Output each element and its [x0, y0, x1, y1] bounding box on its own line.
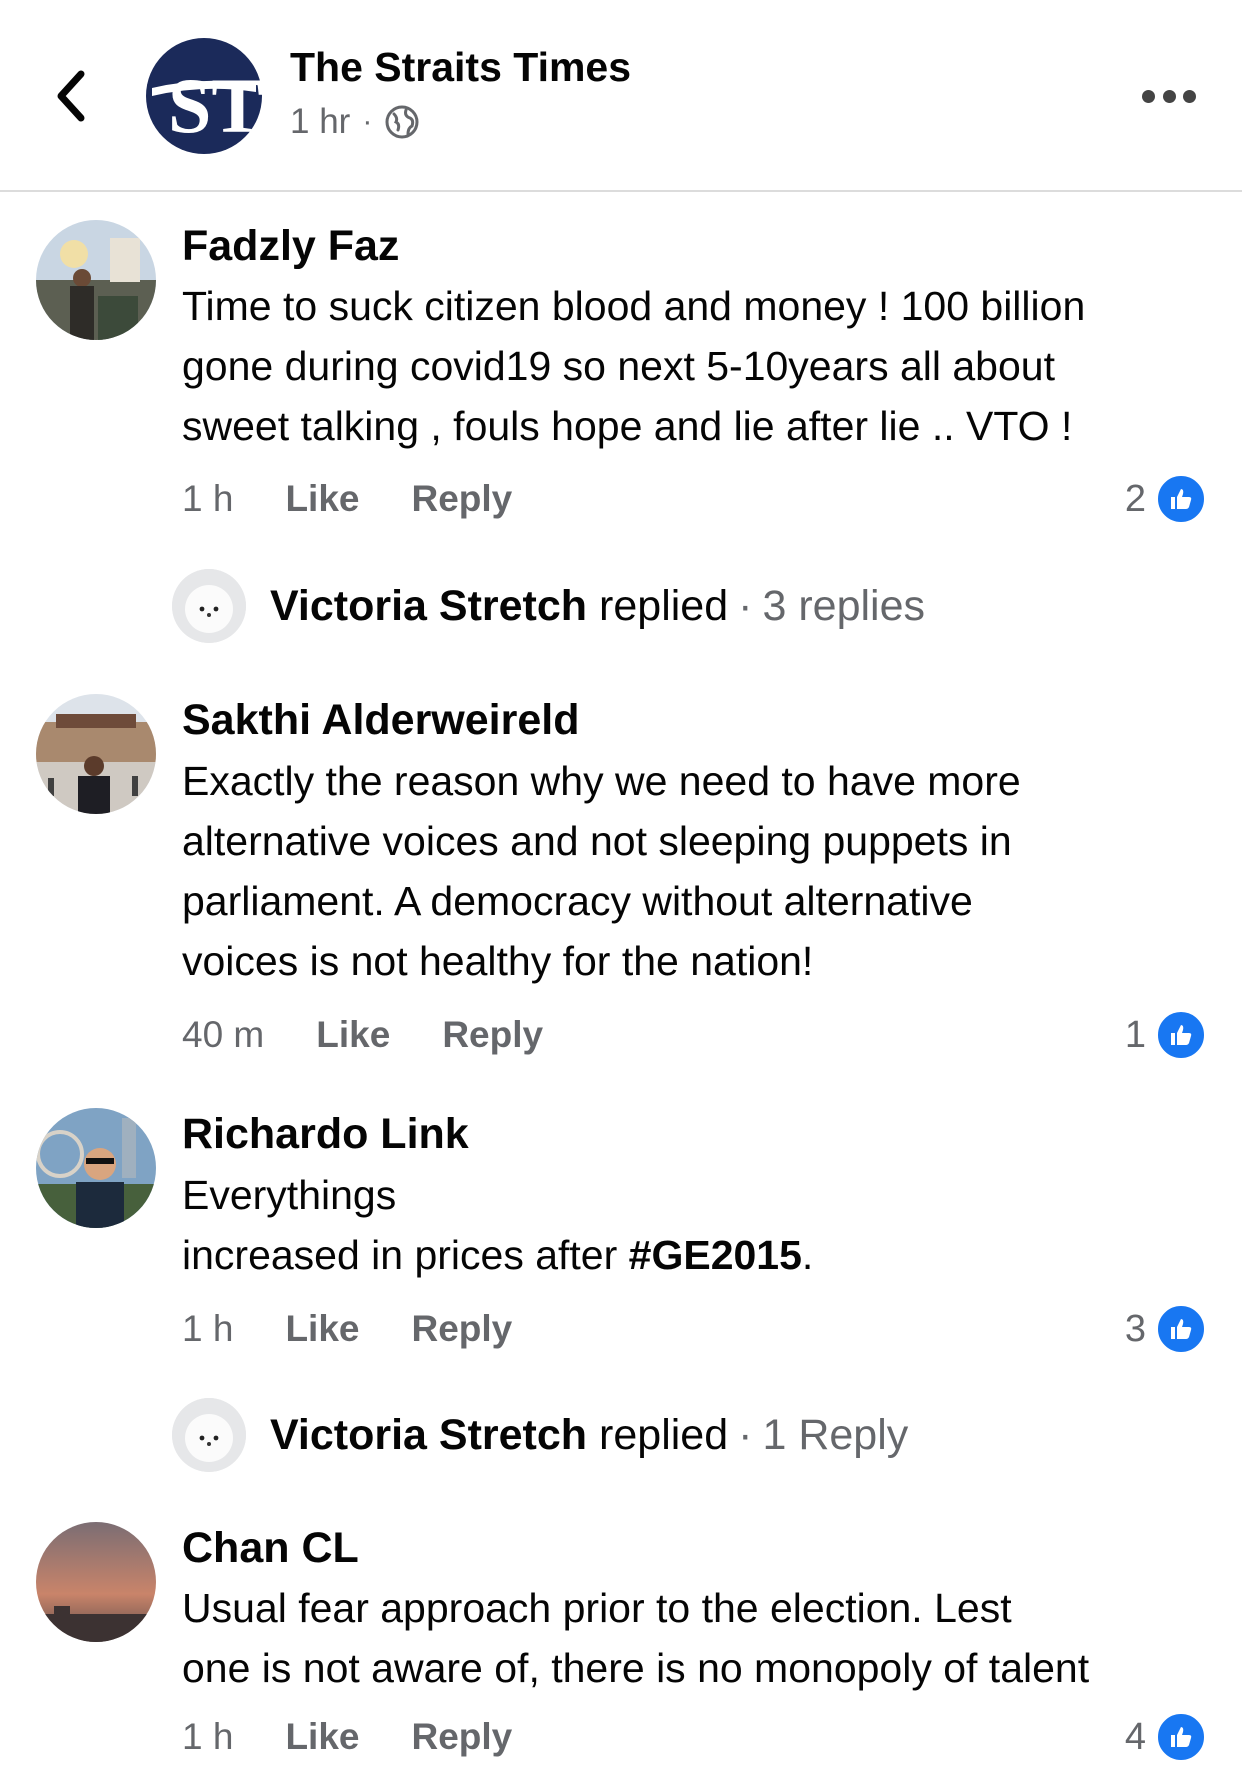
- comment-text-line: Usual fear approach prior to the electio…: [182, 1585, 1012, 1631]
- globe-icon: [385, 105, 419, 139]
- reaction-count: 3: [1124, 1307, 1146, 1350]
- reply-button[interactable]: Reply: [411, 1308, 512, 1350]
- view-replies-link[interactable]: Victoria Stretch replied · 1 Reply: [172, 1398, 908, 1472]
- comment-text-line: Time to suck citizen blood and money ! 1…: [182, 283, 1086, 329]
- comment-text-line: Everythings: [182, 1172, 397, 1218]
- reply-author: Victoria Stretch: [270, 1410, 588, 1459]
- comment-time[interactable]: 1 h: [182, 1308, 233, 1350]
- comment-text-segment: increased in prices after: [182, 1232, 629, 1278]
- reaction-count: 4: [1124, 1715, 1146, 1758]
- comment-time[interactable]: 1 h: [182, 1716, 233, 1758]
- thumbs-up-icon: [1156, 1010, 1206, 1060]
- reply-verb: replied: [599, 1410, 729, 1459]
- avatar[interactable]: [36, 220, 156, 340]
- more-dot: [1183, 89, 1196, 103]
- chevron-left-icon: [57, 70, 85, 122]
- hashtag-link[interactable]: #GE2015: [629, 1232, 802, 1278]
- reply-count: 3 replies: [762, 581, 925, 630]
- comment-author[interactable]: Fadzly Faz: [182, 222, 399, 271]
- comment-text-line: gone during covid19 so next 5-10years al…: [182, 343, 1055, 389]
- comment-text-line: sweet talking , fouls hope and lie after…: [182, 403, 1073, 449]
- thumbs-up-icon: [1156, 474, 1206, 524]
- like-button[interactable]: Like: [285, 1716, 359, 1758]
- reply-count: 1 Reply: [762, 1410, 909, 1459]
- reaction-summary[interactable]: 2: [1125, 474, 1206, 524]
- user-photo: [36, 220, 156, 340]
- dog-photo: [172, 1398, 246, 1472]
- reaction-count: 2: [1124, 477, 1146, 520]
- back-button[interactable]: [46, 66, 94, 126]
- comment-text: Exactly the reason why we need to have m…: [182, 751, 1212, 991]
- reply-button[interactable]: Reply: [411, 1716, 512, 1758]
- reply-avatar: [172, 1398, 246, 1472]
- comment-author[interactable]: Sakthi Alderweireld: [182, 696, 579, 745]
- reply-button[interactable]: Reply: [442, 1014, 543, 1056]
- comment-text: Everythings increased in prices after #G…: [182, 1165, 1212, 1285]
- more-dot: [1162, 89, 1176, 103]
- page-name[interactable]: The Straits Times: [290, 44, 631, 91]
- straits-times-logo: ST: [146, 38, 263, 154]
- comment-text-line: voices is not healthy for the nation!: [182, 938, 814, 984]
- more-dot: [1142, 89, 1155, 103]
- reply-separator: ·: [738, 581, 753, 630]
- reply-author: Victoria Stretch: [270, 581, 588, 630]
- reply-verb: replied: [599, 581, 729, 630]
- avatar[interactable]: [36, 1522, 156, 1642]
- page-logo[interactable]: ST: [144, 36, 264, 156]
- thumbs-up-icon: [1156, 1304, 1206, 1354]
- post-header: ST The Straits Times 1 hr ·: [0, 0, 1242, 192]
- comment-text: Usual fear approach prior to the electio…: [182, 1578, 1212, 1698]
- like-button[interactable]: Like: [316, 1014, 390, 1056]
- user-photo: [36, 1108, 156, 1228]
- more-options-button[interactable]: [1142, 78, 1196, 114]
- comment-text: Time to suck citizen blood and money ! 1…: [182, 276, 1212, 456]
- comment-actions: 40 m Like Reply: [182, 1014, 595, 1056]
- comment-text-segment: .: [801, 1232, 814, 1278]
- reaction-summary[interactable]: 1: [1125, 1010, 1206, 1060]
- reply-button[interactable]: Reply: [411, 478, 512, 520]
- reply-separator: ·: [738, 1410, 753, 1459]
- reply-avatar: [172, 569, 246, 643]
- comment-actions: 1 h Like Reply: [182, 1716, 564, 1758]
- post-time[interactable]: 1 hr: [290, 102, 350, 142]
- comment-actions: 1 h Like Reply: [182, 478, 564, 520]
- comment-actions: 1 h Like Reply: [182, 1308, 564, 1350]
- avatar[interactable]: [36, 1108, 156, 1228]
- svg-text:ST: ST: [168, 62, 263, 149]
- comment-time[interactable]: 1 h: [182, 478, 233, 520]
- view-replies-link[interactable]: Victoria Stretch replied · 3 replies: [172, 569, 925, 643]
- comment-text-line: Exactly the reason why we need to have m…: [182, 758, 1021, 804]
- reaction-summary[interactable]: 4: [1125, 1712, 1206, 1762]
- reaction-count: 1: [1124, 1013, 1146, 1056]
- comment-text-line: alternative voices and not sleeping pupp…: [182, 818, 1012, 864]
- like-button[interactable]: Like: [285, 1308, 359, 1350]
- reaction-summary[interactable]: 3: [1125, 1304, 1206, 1354]
- meta-separator: ·: [362, 105, 373, 138]
- user-photo: [36, 1522, 156, 1642]
- dog-photo: [172, 569, 246, 643]
- post-meta: 1 hr ·: [290, 102, 420, 142]
- user-photo: [36, 694, 156, 814]
- like-button[interactable]: Like: [285, 478, 359, 520]
- comment-text-line: increased in prices after #GE2015.: [182, 1225, 1212, 1285]
- comment-author[interactable]: Chan CL: [182, 1524, 359, 1573]
- comment-text-line: parliament. A democracy without alternat…: [182, 878, 973, 924]
- thumbs-up-icon: [1156, 1712, 1206, 1762]
- comment-text-line: one is not aware of, there is no monopol…: [182, 1645, 1090, 1691]
- avatar[interactable]: [36, 694, 156, 814]
- comment-time[interactable]: 40 m: [182, 1014, 264, 1056]
- comment-author[interactable]: Richardo Link: [182, 1110, 469, 1159]
